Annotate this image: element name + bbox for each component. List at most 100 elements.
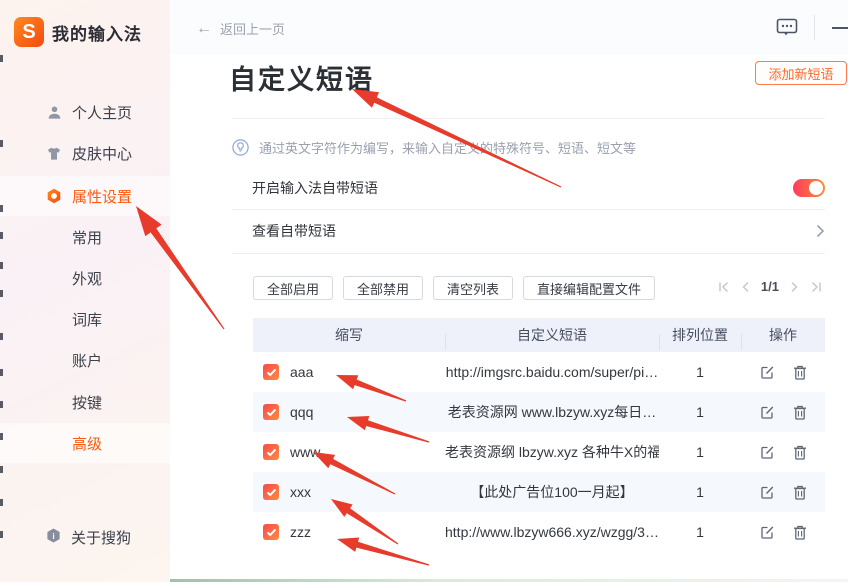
table-row-aaa: aaahttp://imgsrc.baidu.com/super/pi…1 bbox=[253, 352, 825, 392]
sidebar-item-label: 词库 bbox=[72, 309, 102, 330]
minimize-button[interactable] bbox=[832, 27, 848, 29]
edge-artifact bbox=[0, 205, 3, 212]
row-checkbox[interactable] bbox=[263, 484, 279, 500]
prev-page-button[interactable] bbox=[741, 281, 750, 293]
abbr-text: zzz bbox=[290, 524, 311, 540]
bulk-action-button-全部禁用[interactable]: 全部禁用 bbox=[343, 276, 423, 300]
edge-artifact bbox=[0, 55, 3, 62]
edge-artifact bbox=[0, 499, 3, 506]
sidebar-item-按键[interactable]: 按键 bbox=[0, 382, 170, 422]
edge-artifact bbox=[0, 232, 3, 239]
feedback-icon[interactable] bbox=[776, 18, 798, 42]
table-row-xxx: xxx【此处广告位100一月起】1 bbox=[253, 472, 825, 512]
abbr-cell: www bbox=[253, 444, 445, 460]
sidebar-about-label: 关于搜狗 bbox=[71, 527, 131, 548]
sidebar-item-词库[interactable]: 词库 bbox=[0, 299, 170, 339]
row-checkbox[interactable] bbox=[263, 404, 279, 420]
row-checkbox[interactable] bbox=[263, 524, 279, 540]
column-header-自定义短语: 自定义短语 bbox=[445, 325, 659, 345]
row-actions bbox=[741, 485, 825, 500]
divider bbox=[232, 209, 825, 210]
toggle-knob bbox=[809, 181, 823, 195]
sidebar-item-个人主页[interactable]: 个人主页 bbox=[0, 92, 170, 132]
edge-artifact bbox=[0, 262, 3, 269]
divider bbox=[232, 253, 825, 254]
trash-icon[interactable] bbox=[793, 525, 807, 540]
bulk-action-button-清空列表[interactable]: 清空列表 bbox=[433, 276, 513, 300]
builtin-toggle-row: 开启输入法自带短语 bbox=[252, 176, 825, 200]
sidebar-item-账户[interactable]: 账户 bbox=[0, 340, 170, 380]
edge-artifact bbox=[0, 140, 3, 147]
first-page-button[interactable] bbox=[718, 281, 730, 293]
bulk-action-button-直接编辑配置文件[interactable]: 直接编辑配置文件 bbox=[523, 276, 655, 300]
sidebar-item-外观[interactable]: 外观 bbox=[0, 258, 170, 298]
sidebar-item-常用[interactable]: 常用 bbox=[0, 217, 170, 257]
phrase-table: 缩写自定义短语排列位置操作 aaahttp://imgsrc.baidu.com… bbox=[253, 318, 825, 552]
back-arrow-icon: ← bbox=[196, 21, 212, 37]
app-title: 我的输入法 bbox=[52, 20, 142, 45]
pagination: 1/1 bbox=[718, 279, 822, 294]
app-logo: S 我的输入法 bbox=[14, 17, 142, 47]
bulk-actions-toolbar: 全部启用全部禁用清空列表直接编辑配置文件 bbox=[253, 276, 655, 300]
position-value: 1 bbox=[659, 524, 741, 540]
sidebar-item-高级[interactable]: 高级 bbox=[0, 423, 170, 463]
position-value: 1 bbox=[659, 404, 741, 420]
edit-icon[interactable] bbox=[760, 485, 775, 500]
edit-icon[interactable] bbox=[760, 365, 775, 380]
row-actions bbox=[741, 525, 825, 540]
abbr-text: qqq bbox=[290, 404, 313, 420]
back-button[interactable]: ← 返回上一页 bbox=[196, 19, 285, 38]
next-page-button[interactable] bbox=[790, 281, 799, 293]
edge-artifact bbox=[0, 290, 3, 297]
row-checkbox[interactable] bbox=[263, 364, 279, 380]
table-row-zzz: zzzhttp://www.lbzyw666.xyz/wzgg/3…1 bbox=[253, 512, 825, 552]
edge-artifact bbox=[0, 531, 3, 538]
edit-icon[interactable] bbox=[760, 405, 775, 420]
trash-icon[interactable] bbox=[793, 365, 807, 380]
column-header-操作: 操作 bbox=[741, 325, 825, 345]
sidebar-item-about[interactable]: i 关于搜狗 bbox=[46, 527, 131, 548]
user-icon bbox=[46, 104, 62, 120]
table-body: aaahttp://imgsrc.baidu.com/super/pi…1 qqq… bbox=[253, 352, 825, 552]
phrase-text: 老表资源网 www.lbzyw.xyz每日… bbox=[445, 402, 659, 422]
info-icon: i bbox=[46, 528, 61, 547]
builtin-phrases-toggle[interactable] bbox=[793, 179, 825, 197]
position-value: 1 bbox=[659, 484, 741, 500]
edge-artifact bbox=[0, 369, 3, 376]
last-page-button[interactable] bbox=[810, 281, 822, 293]
sidebar-item-label: 属性设置 bbox=[72, 186, 132, 207]
phrase-text: 老表资源纲 lbzyw.xyz 各种牛X的福… bbox=[445, 442, 659, 462]
add-phrase-button[interactable]: 添加新短语 bbox=[755, 61, 847, 85]
abbr-text: www bbox=[290, 444, 320, 460]
abbr-text: aaa bbox=[290, 364, 313, 380]
toggle-label: 开启输入法自带短语 bbox=[252, 178, 378, 198]
sidebar-item-皮肤中心[interactable]: 皮肤中心 bbox=[0, 133, 170, 173]
edge-artifact bbox=[0, 466, 3, 473]
position-value: 1 bbox=[659, 444, 741, 460]
sogou-logo-icon: S bbox=[14, 17, 44, 47]
table-row-www: www 老表资源纲 lbzyw.xyz 各种牛X的福…1 bbox=[253, 432, 825, 472]
sidebar-item-label: 常用 bbox=[72, 227, 102, 248]
edit-icon[interactable] bbox=[760, 525, 775, 540]
row-actions bbox=[741, 365, 825, 380]
trash-icon[interactable] bbox=[793, 445, 807, 460]
tshirt-icon bbox=[46, 145, 62, 161]
sidebar-item-label: 个人主页 bbox=[72, 102, 132, 123]
bulk-action-button-全部启用[interactable]: 全部启用 bbox=[253, 276, 333, 300]
gear-icon bbox=[46, 188, 62, 204]
sidebar-item-属性设置[interactable]: 属性设置 bbox=[0, 176, 170, 216]
main-panel: ← 返回上一页 自定义短语 添加新短语 通过英文字符作为编写，来输入自定义的特殊… bbox=[170, 0, 848, 582]
svg-text:i: i bbox=[52, 531, 54, 541]
sidebar-item-label: 高级 bbox=[72, 433, 102, 454]
trash-icon[interactable] bbox=[793, 485, 807, 500]
trash-icon[interactable] bbox=[793, 405, 807, 420]
app-window: S 我的输入法 个人主页皮肤中心属性设置常用外观词库账户按键高级 i 关于搜狗 … bbox=[0, 0, 848, 582]
topbar-divider bbox=[814, 15, 815, 40]
row-checkbox[interactable] bbox=[263, 444, 279, 460]
sidebar: S 我的输入法 个人主页皮肤中心属性设置常用外观词库账户按键高级 i 关于搜狗 bbox=[0, 0, 170, 582]
edit-icon[interactable] bbox=[760, 445, 775, 460]
view-builtin-label: 查看自带短语 bbox=[252, 221, 336, 241]
abbr-cell: zzz bbox=[253, 524, 445, 540]
view-builtin-row[interactable]: 查看自带短语 bbox=[252, 219, 825, 243]
edge-artifact bbox=[0, 333, 3, 340]
